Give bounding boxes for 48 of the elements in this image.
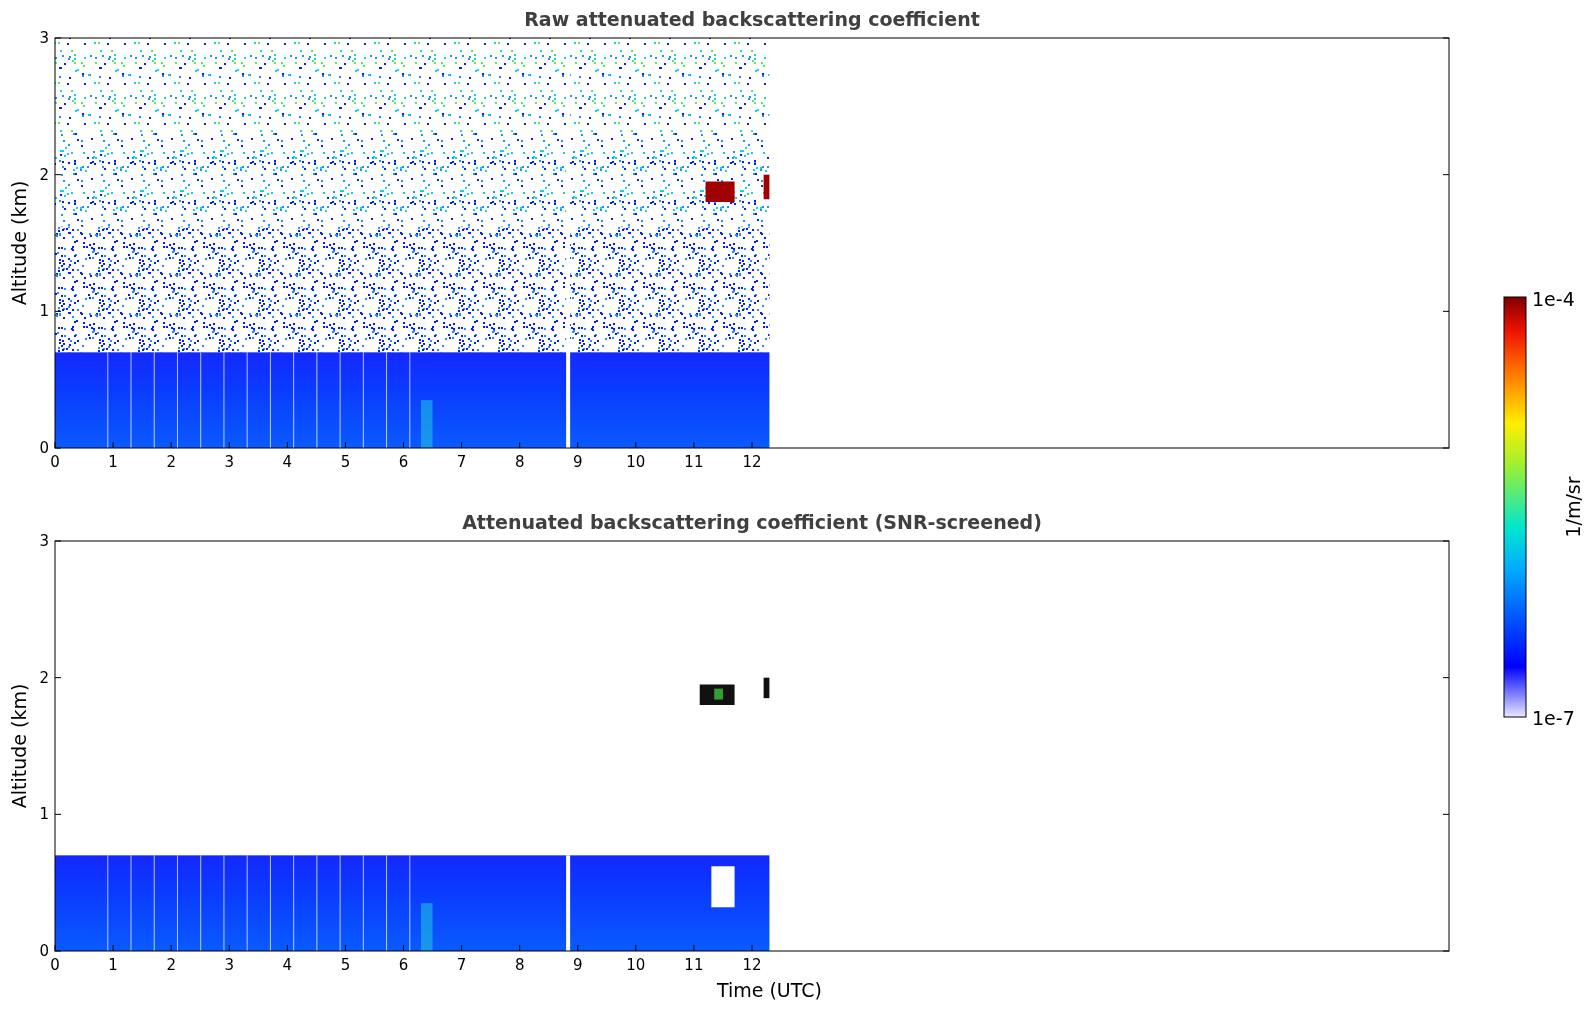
- x-tick-label: 12: [742, 956, 762, 974]
- x-tick-label: 12: [742, 453, 762, 471]
- cloud-patch: [763, 677, 770, 699]
- y-tick-label: 0: [39, 942, 49, 960]
- x-tick-label: 6: [398, 956, 409, 974]
- y-tick-label: 2: [39, 668, 49, 687]
- y-tick-label: 1: [39, 302, 49, 321]
- x-tick-label: 2: [166, 453, 176, 471]
- aerosol-plume: [420, 400, 433, 448]
- colorbar-label: 1/m/sr: [1562, 476, 1584, 538]
- cloud-patch: [763, 174, 770, 200]
- screened-out-gap: [711, 866, 735, 908]
- x-tick-label: 1: [108, 453, 118, 471]
- y-tick-label: 0: [39, 439, 49, 457]
- x-tick-label: 11: [684, 956, 704, 974]
- x-tick-label: 0: [50, 453, 60, 471]
- panel-title: Raw attenuated backscattering coefficient: [524, 8, 980, 30]
- x-tick-label: 11: [684, 453, 704, 471]
- x-tick-label: 5: [340, 956, 351, 974]
- x-tick-label: 2: [166, 956, 176, 974]
- x-tick-label: 8: [514, 956, 525, 974]
- x-tick-label: 6: [398, 453, 409, 471]
- y-axis-label: Altitude (km): [8, 683, 30, 809]
- x-tick-label: 4: [282, 453, 293, 471]
- x-tick-label: 5: [340, 453, 351, 471]
- x-axis-label: Time (UTC): [716, 979, 822, 1001]
- x-tick-label: 9: [573, 956, 583, 974]
- y-tick-label: 2: [39, 165, 49, 184]
- x-tick-label: 7: [456, 956, 467, 974]
- cloud-patch: [699, 684, 735, 705]
- x-tick-label: 9: [573, 453, 583, 471]
- x-tick-label: 3: [224, 956, 234, 974]
- aerosol-plume: [420, 903, 433, 951]
- x-tick-label: 4: [282, 956, 293, 974]
- x-tick-label: 0: [50, 956, 60, 974]
- x-tick-label: 10: [626, 453, 646, 471]
- y-tick-label: 3: [39, 29, 49, 47]
- x-tick-label: 3: [224, 453, 234, 471]
- panel-title: Attenuated backscattering coefficient (SNR-screened): [462, 511, 1042, 533]
- x-tick-label: 1: [108, 956, 118, 974]
- x-tick-label: 10: [626, 956, 646, 974]
- y-tick-label: 1: [39, 805, 49, 824]
- y-tick-label: 3: [39, 532, 49, 550]
- x-tick-label: 7: [456, 453, 467, 471]
- colorbar-max-label: 1e-4: [1532, 288, 1575, 310]
- x-tick-label: 8: [514, 453, 525, 471]
- y-axis-label: Altitude (km): [8, 180, 30, 306]
- colorbar-min-label: 1e-7: [1532, 707, 1575, 729]
